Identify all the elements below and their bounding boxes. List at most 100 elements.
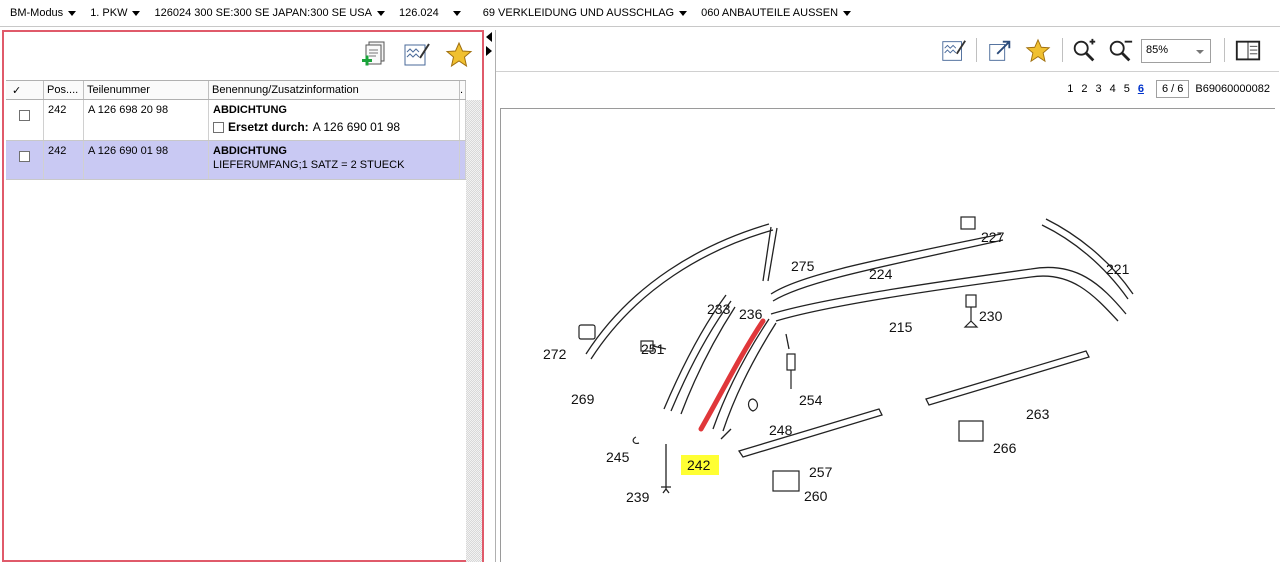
callout-245[interactable]: 245 [606,449,630,465]
expand-right-arrow-icon[interactable] [486,46,492,56]
document-icon[interactable] [1234,37,1262,65]
callout-254[interactable]: 254 [799,392,823,408]
chevron-down-icon [843,10,852,16]
edit-list-icon[interactable] [940,37,968,65]
row-position: 242 [44,100,84,140]
header-designation[interactable]: Benennung/Zusatzinformation [209,81,460,99]
header-position[interactable]: Pos.... [44,81,84,99]
crumb-model[interactable]: 126024 300 SE:300 SE JAPAN:300 SE USA [154,7,385,19]
chevron-down-icon [68,10,77,16]
callout-224[interactable]: 224 [869,266,893,282]
callout-257[interactable]: 257 [809,464,833,480]
chevron-down-icon [452,10,461,16]
toolbar-separator [1062,38,1063,62]
replacement-part-link[interactable]: A 126 690 01 98 [313,120,400,134]
parts-list-toolbar [4,32,482,80]
page-link-2[interactable]: 2 [1081,83,1087,95]
collapse-left-arrow-icon[interactable] [486,32,492,42]
crumb-type[interactable]: 126.024 [399,7,461,19]
replacement-label: Ersetzt durch: [228,120,309,134]
row-position: 242 [44,141,84,179]
page-counter: 6 / 6 [1155,80,1190,98]
crumb-vehicle-class-label: 1. PKW [90,7,128,19]
row-designation: ABDICHTUNG LIEFERUMFANG;1 SATZ = 2 STUEC… [209,141,460,179]
table-row[interactable]: 242 A 126 698 20 98 ABDICHTUNG Ersetzt d… [6,100,466,141]
toolbar-separator [976,38,977,62]
crumb-mode-label: BM-Modus [10,7,64,19]
row-select [6,141,44,179]
callout-266[interactable]: 266 [993,440,1017,456]
crumb-model-label: 126024 300 SE:300 SE JAPAN:300 SE USA [154,7,372,19]
page-link-5[interactable]: 5 [1124,83,1130,95]
page-link-1[interactable]: 1 [1067,83,1073,95]
crumb-vehicle-class[interactable]: 1. PKW [90,7,141,19]
callout-272[interactable]: 272 [543,346,567,362]
chevron-down-icon [679,10,688,16]
callout-263[interactable]: 263 [1026,406,1050,422]
chevron-down-icon [376,10,385,16]
header-part-number[interactable]: Teilenummer [84,81,209,99]
zoom-in-icon[interactable] [1070,37,1098,65]
crumb-group[interactable]: 69 VERKLEIDUNG UND AUSSCHLAG [482,7,688,19]
row-info: LIEFERUMFANG;1 SATZ = 2 STUECK [213,159,405,171]
page-link-4[interactable]: 4 [1110,83,1116,95]
callout-236[interactable]: 236 [739,306,763,322]
drawing-toolbar: 85% [496,30,1279,72]
callout-239[interactable]: 239 [626,489,650,505]
crumb-subgroup[interactable]: 060 ANBAUTEILE AUSSEN [701,7,852,19]
callout-233[interactable]: 233 [707,301,731,317]
crumb-mode[interactable]: BM-Modus [10,7,77,19]
page-link-6[interactable]: 6 [1138,83,1144,95]
row-designation: ABDICHTUNG Ersetzt durch: A 126 690 01 9… [209,100,460,140]
row-part-number: A 126 698 20 98 [84,100,209,140]
callout-227[interactable]: 227 [981,229,1005,245]
callout-269[interactable]: 269 [571,391,595,407]
header-check[interactable]: ✓ [6,81,44,99]
row-title: ABDICHTUNG [213,145,287,157]
row-checkbox[interactable] [19,151,30,162]
favorite-star-icon[interactable] [444,40,474,70]
crumb-subgroup-label: 060 ANBAUTEILE AUSSEN [701,7,839,19]
page-link-3[interactable]: 3 [1095,83,1101,95]
zoom-out-icon[interactable] [1106,37,1134,65]
callout-230[interactable]: 230 [979,308,1003,324]
add-document-icon[interactable] [360,40,390,70]
document-id: B69060000082 [1195,83,1270,95]
edit-list-icon[interactable] [402,40,432,70]
exploded-view-diagram: 227 221 275 224 233 236 215 230 272 251 … [543,216,1134,505]
callout-275[interactable]: 275 [791,258,815,274]
replacement-checkbox[interactable] [213,121,224,133]
row-title: ABDICHTUNG [213,104,287,116]
toolbar-separator [1224,38,1225,62]
crumb-group-label: 69 VERKLEIDUNG UND AUSSCHLAG [482,7,675,19]
table-row[interactable]: 242 A 126 690 01 98 ABDICHTUNG LIEFERUMF… [6,141,466,180]
breadcrumb: BM-Modus 1. PKW 126024 300 SE:300 SE JAP… [0,0,1280,27]
panel-splitter[interactable] [484,28,494,562]
page-navigator: 1 2 3 4 5 6 6 / 6 B69060000082 [1063,80,1270,98]
crumb-type-label: 126.024 [398,7,439,19]
row-select [6,100,44,140]
callout-260[interactable]: 260 [804,488,828,504]
zoom-select[interactable]: 85% [1141,39,1211,63]
vertical-scrollbar[interactable] [466,100,482,562]
replacement-line: Ersetzt durch: A 126 690 01 98 [213,120,455,134]
chevron-down-icon [1196,50,1204,54]
callout-248[interactable]: 248 [769,422,793,438]
export-icon[interactable] [986,37,1014,65]
callout-251[interactable]: 251 [641,341,665,357]
chevron-down-icon [132,10,141,16]
grid-header: ✓ Pos.... Teilenummer Benennung/Zusatzin… [6,80,466,100]
callout-221[interactable]: 221 [1106,261,1130,277]
row-checkbox[interactable] [19,110,30,121]
drawing-panel: 85% 1 2 3 4 5 6 6 / 6 B69060000082 227 2… [495,30,1279,562]
header-extra[interactable]: . [460,81,466,99]
clip-part [578,324,596,340]
row-part-number: A 126 690 01 98 [84,141,209,179]
parts-table: 242 A 126 698 20 98 ABDICHTUNG Ersetzt d… [6,100,466,180]
parts-list-panel: ✓ Pos.... Teilenummer Benennung/Zusatzin… [2,30,484,562]
drawing-canvas[interactable]: 227 221 275 224 233 236 215 230 272 251 … [500,108,1275,562]
favorite-star-icon[interactable] [1024,37,1052,65]
callout-215[interactable]: 215 [889,319,913,335]
zoom-value: 85% [1146,44,1169,56]
callout-242[interactable]: 242 [687,457,711,473]
